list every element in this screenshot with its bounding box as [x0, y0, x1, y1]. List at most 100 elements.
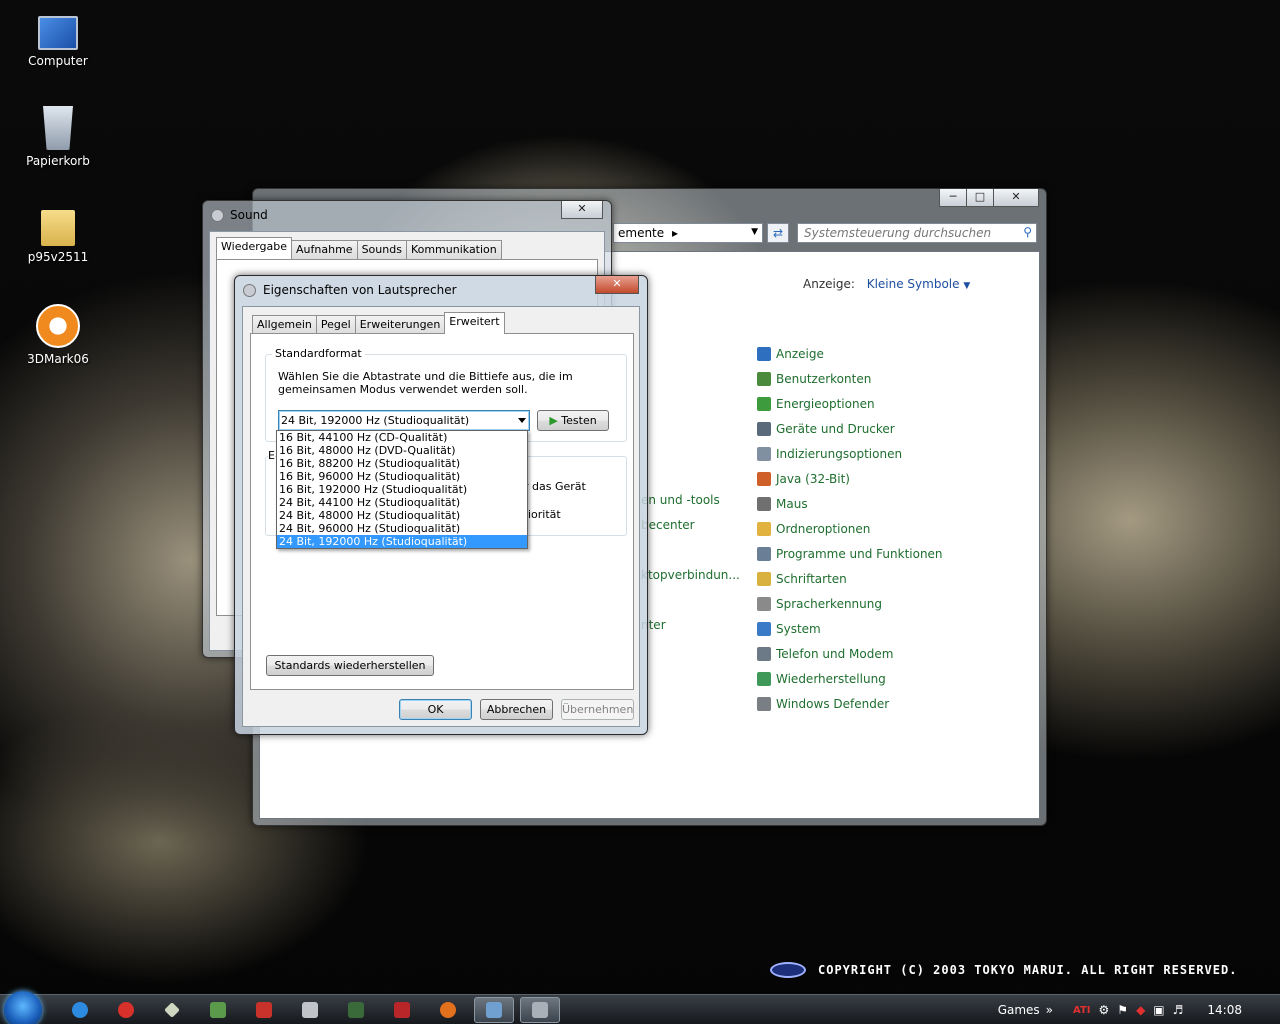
desktop-icon-recycle-bin[interactable]: Papierkorb — [18, 106, 98, 168]
window-title: Eigenschaften von Lautsprecher — [263, 283, 457, 297]
tab-allgemein[interactable]: Allgemein — [252, 315, 317, 334]
taskbar-app-button[interactable] — [244, 997, 284, 1023]
cp-item-java[interactable]: Java (32-Bit) — [757, 466, 943, 491]
taskbar-app-button[interactable] — [382, 997, 422, 1023]
restore-defaults-button[interactable]: Standards wiederherstellen — [266, 655, 434, 676]
maximize-button[interactable]: □ — [966, 189, 994, 207]
search-icon[interactable]: ⚲ — [1023, 225, 1032, 239]
start-button[interactable] — [4, 991, 42, 1024]
desktop-icon-label: Computer — [28, 54, 88, 68]
address-dropdown-icon[interactable]: ▼ — [751, 227, 758, 237]
refresh-icon: ⇄ — [772, 226, 784, 240]
cp-item-benutzerkonten[interactable]: Benutzerkonten — [757, 366, 943, 391]
search-input[interactable]: Systemsteuerung durchsuchen ⚲ — [797, 223, 1037, 243]
tab-erweiterungen[interactable]: Erweiterungen — [354, 315, 446, 334]
format-dropdown-list: 16 Bit, 44100 Hz (CD-Qualität) 16 Bit, 4… — [276, 430, 528, 549]
desktop-icon-label: 3DMark06 — [27, 352, 89, 366]
cp-item-partial-2[interactable]: becenter — [641, 518, 695, 532]
format-option-selected[interactable]: 24 Bit, 192000 Hz (Studioqualität) — [277, 535, 527, 548]
format-select-value: 24 Bit, 192000 Hz (Studioqualität) — [281, 414, 470, 427]
cp-item-partial-3[interactable]: ktopverbindun... — [641, 568, 740, 582]
cp-item-partial-1[interactable]: en und -tools — [641, 493, 720, 507]
cp-item-maus[interactable]: Maus — [757, 491, 943, 516]
tab-sounds[interactable]: Sounds — [356, 240, 407, 259]
close-button[interactable]: ✕ — [595, 276, 639, 294]
apply-button: Übernehmen — [561, 699, 634, 720]
speaker-icon — [211, 209, 224, 222]
desktop-icon-p95-folder[interactable]: p95v2511 — [18, 204, 98, 264]
test-button[interactable]: ▶ Testen — [537, 410, 609, 431]
toolbar-label[interactable]: Games — [998, 1003, 1040, 1017]
sound-tabs: Wiedergabe Aufnahme Sounds Kommunikation — [216, 237, 502, 259]
desktop-icon-computer[interactable]: Computer — [18, 10, 98, 68]
address-bar[interactable]: emente ▸ ▼ — [613, 223, 763, 243]
tab-pegel[interactable]: Pegel — [315, 315, 356, 334]
format-option[interactable]: 24 Bit, 96000 Hz (Studioqualität) — [277, 522, 527, 535]
tab-aufnahme[interactable]: Aufnahme — [291, 240, 358, 259]
taskbar-sound-button[interactable] — [520, 997, 560, 1023]
control-panel-items: Anzeige Benutzerkonten Energieoptionen G… — [757, 341, 943, 716]
firefox-icon — [440, 1002, 456, 1018]
refresh-button[interactable]: ⇄ — [767, 223, 789, 243]
properties-tabs: Allgemein Pegel Erweiterungen Erweitert — [252, 312, 505, 334]
mouse-icon — [757, 496, 771, 511]
tab-wiedergabe[interactable]: Wiedergabe — [216, 237, 293, 259]
cp-item-wiederherstellung[interactable]: Wiederherstellung — [757, 666, 943, 691]
cp-item-schriftarten[interactable]: Schriftarten — [757, 566, 943, 591]
view-dropdown[interactable]: Kleine Symbole ▼ — [867, 277, 971, 291]
format-select[interactable]: 24 Bit, 192000 Hz (Studioqualität) — [278, 410, 530, 431]
taskbar-app-button[interactable] — [106, 997, 146, 1023]
play-icon: ▶ — [549, 414, 558, 427]
desktop-icon-3dmark[interactable]: 3DMark06 — [18, 304, 98, 366]
cp-item-programme[interactable]: Programme und Funktionen — [757, 541, 943, 566]
close-button[interactable]: ✕ — [993, 189, 1039, 207]
taskbar-app-button[interactable] — [290, 997, 330, 1023]
minimize-button[interactable]: ─ — [939, 189, 967, 207]
taskbar-app-button[interactable] — [152, 997, 192, 1023]
close-button[interactable]: ✕ — [561, 201, 603, 219]
taskbar-ie-button[interactable] — [60, 997, 100, 1023]
toolbar-expand-icon[interactable]: » — [1046, 1003, 1053, 1017]
cp-item-geraete-drucker[interactable]: Geräte und Drucker — [757, 416, 943, 441]
address-text: emente — [618, 226, 665, 240]
cp-item-windows-defender[interactable]: Windows Defender — [757, 691, 943, 716]
antivirus-icon[interactable]: ◆ — [1136, 1003, 1145, 1017]
tokyo-marui-logo-icon — [770, 962, 806, 978]
taskbar-firefox-button[interactable] — [428, 997, 468, 1023]
phone-modem-icon — [757, 646, 771, 661]
format-option[interactable]: 16 Bit, 96000 Hz (Studioqualität) — [277, 470, 527, 483]
fonts-icon — [757, 571, 771, 586]
steam-icon[interactable]: ⚙ — [1099, 1003, 1110, 1017]
format-option[interactable]: 24 Bit, 44100 Hz (Studioqualität) — [277, 496, 527, 509]
cp-item-indizierungsoptionen[interactable]: Indizierungsoptionen — [757, 441, 943, 466]
format-option[interactable]: 24 Bit, 48000 Hz (Studioqualität) — [277, 509, 527, 522]
cp-item-energieoptionen[interactable]: Energieoptionen — [757, 391, 943, 416]
group-label-partial: E — [268, 449, 275, 462]
cp-item-ordneroptionen[interactable]: Ordneroptionen — [757, 516, 943, 541]
tool-app-icon — [302, 1002, 318, 1018]
ok-button[interactable]: OK — [399, 699, 472, 720]
tab-kommunikation[interactable]: Kommunikation — [405, 240, 502, 259]
taskbar-app-button[interactable] — [336, 997, 376, 1023]
tab-erweitert[interactable]: Erweitert — [444, 312, 505, 334]
cp-item-system[interactable]: System — [757, 616, 943, 641]
volume-icon[interactable]: ♬ — [1173, 1003, 1184, 1017]
group-label: Standardformat — [272, 347, 365, 360]
format-option[interactable]: 16 Bit, 88200 Hz (Studioqualität) — [277, 457, 527, 470]
taskbar-app-button[interactable] — [198, 997, 238, 1023]
java-icon — [757, 471, 771, 486]
flag-icon[interactable]: ⚑ — [1117, 1003, 1128, 1017]
format-option[interactable]: 16 Bit, 44100 Hz (CD-Qualität) — [277, 431, 527, 444]
cancel-button[interactable]: Abbrechen — [480, 699, 553, 720]
format-option[interactable]: 16 Bit, 192000 Hz (Studioqualität) — [277, 483, 527, 496]
taskbar-control-panel-button[interactable] — [474, 997, 514, 1023]
ati-icon[interactable]: ATI — [1073, 1005, 1091, 1016]
cp-item-spracherkennung[interactable]: Spracherkennung — [757, 591, 943, 616]
format-description: Wählen Sie die Abtastrate und die Bittie… — [278, 370, 573, 396]
breadcrumb-arrow-icon: ▸ — [671, 226, 679, 240]
cp-item-anzeige[interactable]: Anzeige — [757, 341, 943, 366]
format-option[interactable]: 16 Bit, 48000 Hz (DVD-Qualität) — [277, 444, 527, 457]
network-icon[interactable]: ▣ — [1153, 1003, 1164, 1017]
clock[interactable]: 14:08 — [1207, 1003, 1242, 1017]
cp-item-telefon-modem[interactable]: Telefon und Modem — [757, 641, 943, 666]
